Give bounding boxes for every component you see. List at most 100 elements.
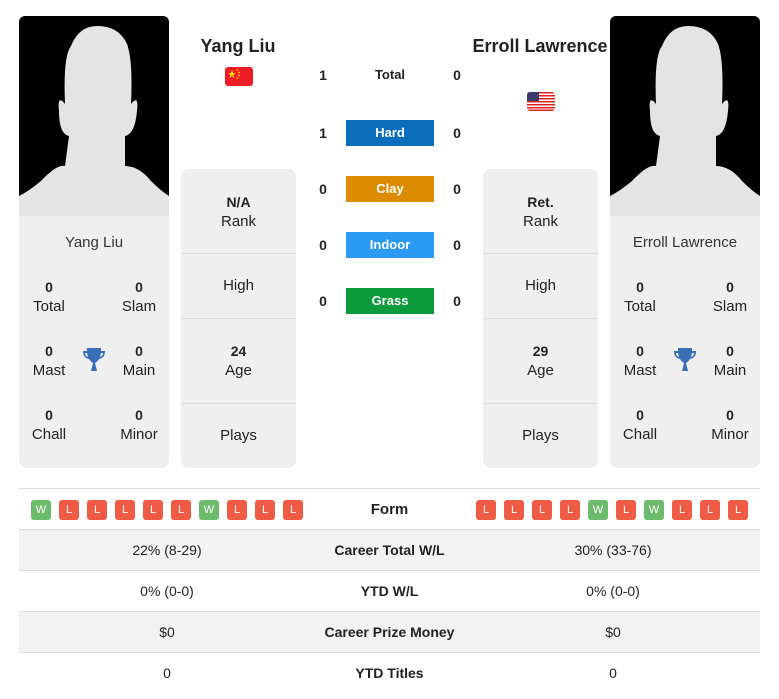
player2-ytd-wl: 0% (0-0) [586,583,640,599]
h2h-p2-value: 0 [453,181,461,197]
ytd-wl-row: 0% (0-0) YTD W/L 0% (0-0) [19,571,760,612]
form-loss-badge[interactable]: L [504,500,524,520]
player1-ytd-wl: 0% (0-0) [140,583,194,599]
h2h-hard-row: 1 Hard 0 [310,120,470,146]
player2-name[interactable]: Erroll Lawrence [465,34,615,59]
usa-flag-icon [527,92,555,111]
player2-main-titles: 0 Main [713,343,747,379]
silhouette-icon [610,26,760,216]
form-win-badge[interactable]: W [199,500,219,520]
form-loss-badge[interactable]: L [255,500,275,520]
h2h-p2-value: 0 [453,125,461,141]
player1-photo [19,16,169,216]
form-loss-badge[interactable]: L [532,500,552,520]
h2h-p2-value: 0 [453,293,461,309]
h2h-p1-value: 0 [319,181,327,197]
ytd-titles-row: 0 YTD Titles 0 [19,653,760,694]
h2h-p1-value: 1 [319,125,327,141]
divider [181,403,296,404]
player1-rank: N/A Rank [220,194,257,230]
h2h-p1-value: 1 [319,67,327,83]
prize-money-label: Career Prize Money [324,624,455,640]
h2h-total-row: 1 Total 0 [310,62,470,88]
career-wl-label: Career Total W/L [334,542,445,558]
surface-indoor-badge[interactable]: Indoor [346,232,434,258]
player2-high: High [525,277,556,294]
form-loss-badge[interactable]: L [616,500,636,520]
china-flag-icon [225,67,253,86]
divider [483,318,598,319]
h2h-p2-value: 0 [453,67,461,83]
player1-card-name: Yang Liu [64,234,124,251]
player1-chall-titles: 0 Chall [31,407,67,443]
player1-prize-money: $0 [159,624,175,640]
form-loss-badge[interactable]: L [87,500,107,520]
player2-slam-titles: 0 Slam [712,279,748,315]
player2-rank: Ret. Rank [522,194,559,230]
divider [483,253,598,254]
form-label: Form [370,501,409,518]
form-loss-badge[interactable]: L [227,500,247,520]
player1-form-badges: WLLLLLWLLL [31,500,303,520]
player1-ytd-titles: 0 [163,665,171,681]
player2-minor-titles: 0 Minor [711,407,749,443]
player1-mast-titles: 0 Mast [32,343,66,379]
form-loss-badge[interactable]: L [171,500,191,520]
surface-hard-badge[interactable]: Hard [346,120,434,146]
form-loss-badge[interactable]: L [59,500,79,520]
form-win-badge[interactable]: W [588,500,608,520]
h2h-indoor-row: 0 Indoor 0 [310,232,470,258]
form-loss-badge[interactable]: L [700,500,720,520]
player2-card: Erroll Lawrence 0 Total 0 Slam 0 Mast 0 Main… [610,216,760,468]
surface-grass-badge[interactable]: Grass [346,288,434,314]
player2-form-badges: LLLLWLWLLL [476,500,748,520]
form-loss-badge[interactable]: L [283,500,303,520]
player1-age: 24 Age [225,343,252,379]
ytd-titles-label: YTD Titles [355,665,424,681]
divider [483,403,598,404]
form-win-badge[interactable]: W [31,500,51,520]
silhouette-icon [19,26,169,216]
form-loss-badge[interactable]: L [143,500,163,520]
h2h-p1-value: 0 [319,293,327,309]
surface-clay-badge[interactable]: Clay [346,176,434,202]
player2-total-titles: 0 Total [624,279,656,315]
h2h-p1-value: 0 [319,237,327,253]
h2h-total-label: Total [374,67,406,82]
form-loss-badge[interactable]: L [560,500,580,520]
player1-career-wl: 22% (8-29) [132,542,202,558]
player2-prize-money: $0 [605,624,621,640]
player2-age: 29 Age [527,343,554,379]
player1-main-titles: 0 Main [122,343,156,379]
player1-card: Yang Liu 0 Total 0 Slam 0 Mast 0 Main 0 Chall… [19,216,169,468]
divider [181,253,296,254]
player2-chall-titles: 0 Chall [622,407,658,443]
player1-high: High [223,277,254,294]
career-wl-row: 22% (8-29) Career Total W/L 30% (33-76) [19,530,760,571]
form-win-badge[interactable]: W [644,500,664,520]
h2h-clay-row: 0 Clay 0 [310,176,470,202]
player1-info-panel: N/A Rank High 24 Age Plays [181,169,296,468]
player1-slam-titles: 0 Slam [121,279,157,315]
player1-name[interactable]: Yang Liu [163,34,313,59]
player1-plays: Plays [220,427,257,444]
player2-ytd-titles: 0 [609,665,617,681]
form-row: WLLLLLWLLL Form LLLLWLWLLL [19,490,760,529]
trophy-icon [83,348,105,371]
divider [181,318,296,319]
form-loss-badge[interactable]: L [672,500,692,520]
h2h-grass-row: 0 Grass 0 [310,288,470,314]
h2h-p2-value: 0 [453,237,461,253]
player1-minor-titles: 0 Minor [120,407,158,443]
trophy-icon [674,348,696,371]
divider [19,488,760,489]
player2-career-wl: 30% (33-76) [574,542,652,558]
player2-card-name: Erroll Lawrence [632,234,738,251]
form-loss-badge[interactable]: L [728,500,748,520]
player2-info-panel: Ret. Rank High 29 Age Plays [483,169,598,468]
player2-plays: Plays [522,427,559,444]
form-loss-badge[interactable]: L [476,500,496,520]
player1-total-titles: 0 Total [33,279,65,315]
form-loss-badge[interactable]: L [115,500,135,520]
prize-money-row: $0 Career Prize Money $0 [19,612,760,653]
